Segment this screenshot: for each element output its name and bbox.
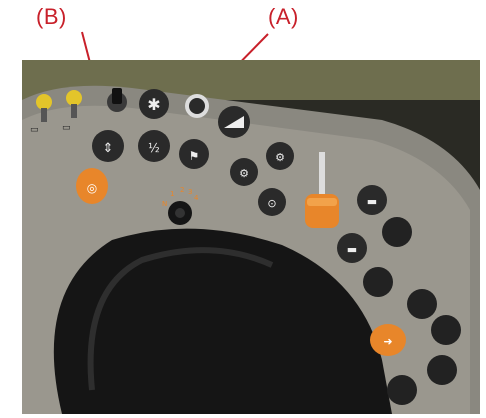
bottom-button-4[interactable] [387,375,417,405]
svg-text:⚑: ⚑ [189,149,200,163]
ramp-rocker-2-lower[interactable] [363,267,393,297]
svg-text:⇕: ⇕ [103,141,114,156]
svg-text:➜: ➜ [383,335,392,348]
orange-rabbit-button[interactable]: ➜ [370,324,406,356]
ramp-rocker-2[interactable]: ▬ [337,233,367,263]
hitch-depth-switch[interactable] [185,94,209,118]
svg-text:▭: ▭ [62,123,71,133]
svg-text:✱: ✱ [147,95,160,114]
svg-text:N: N [162,200,167,208]
svg-text:⚙: ⚙ [239,167,249,180]
orange-lock-button[interactable]: ◎ [76,168,108,204]
svg-text:3: 3 [188,188,192,196]
bottom-button-2[interactable] [431,315,461,345]
svg-text:1: 1 [170,190,174,198]
control-panel-photo: ▭ ▭ ✱ ⇕ ½ ⚑ ◎ N 1 2 3 4 ⚙ ⚙ ⊙ ▬ ▬ ➜ [22,60,480,414]
bottom-button-1[interactable] [407,289,437,319]
svg-text:▭: ▭ [30,125,39,135]
svg-text:2: 2 [180,186,184,194]
svg-text:⊙: ⊙ [267,197,276,210]
hitch-rocker-a[interactable]: ½ [138,130,170,162]
ramp-rocker-1-lower[interactable] [382,217,412,247]
bottom-button-3[interactable] [427,355,457,385]
svg-text:▬: ▬ [347,243,357,256]
svg-text:⚙: ⚙ [275,151,285,164]
svg-text:▬: ▬ [367,195,377,208]
svg-text:◎: ◎ [87,181,97,195]
ramp-button[interactable] [218,106,250,138]
pto-rocker-2[interactable]: ⚙ [266,142,294,170]
asterisk-button[interactable]: ✱ [139,89,169,119]
svg-text:½: ½ [148,141,160,155]
flag-button[interactable]: ⚑ [179,139,209,169]
pto-rocker[interactable]: ⚙ [230,158,258,186]
ramp-rocker-1[interactable]: ▬ [357,185,387,215]
hitch-rocker-b[interactable]: ⇕ [92,130,124,162]
svg-text:4: 4 [194,194,199,202]
hydraulic-rocker[interactable]: ⊙ [258,188,286,216]
